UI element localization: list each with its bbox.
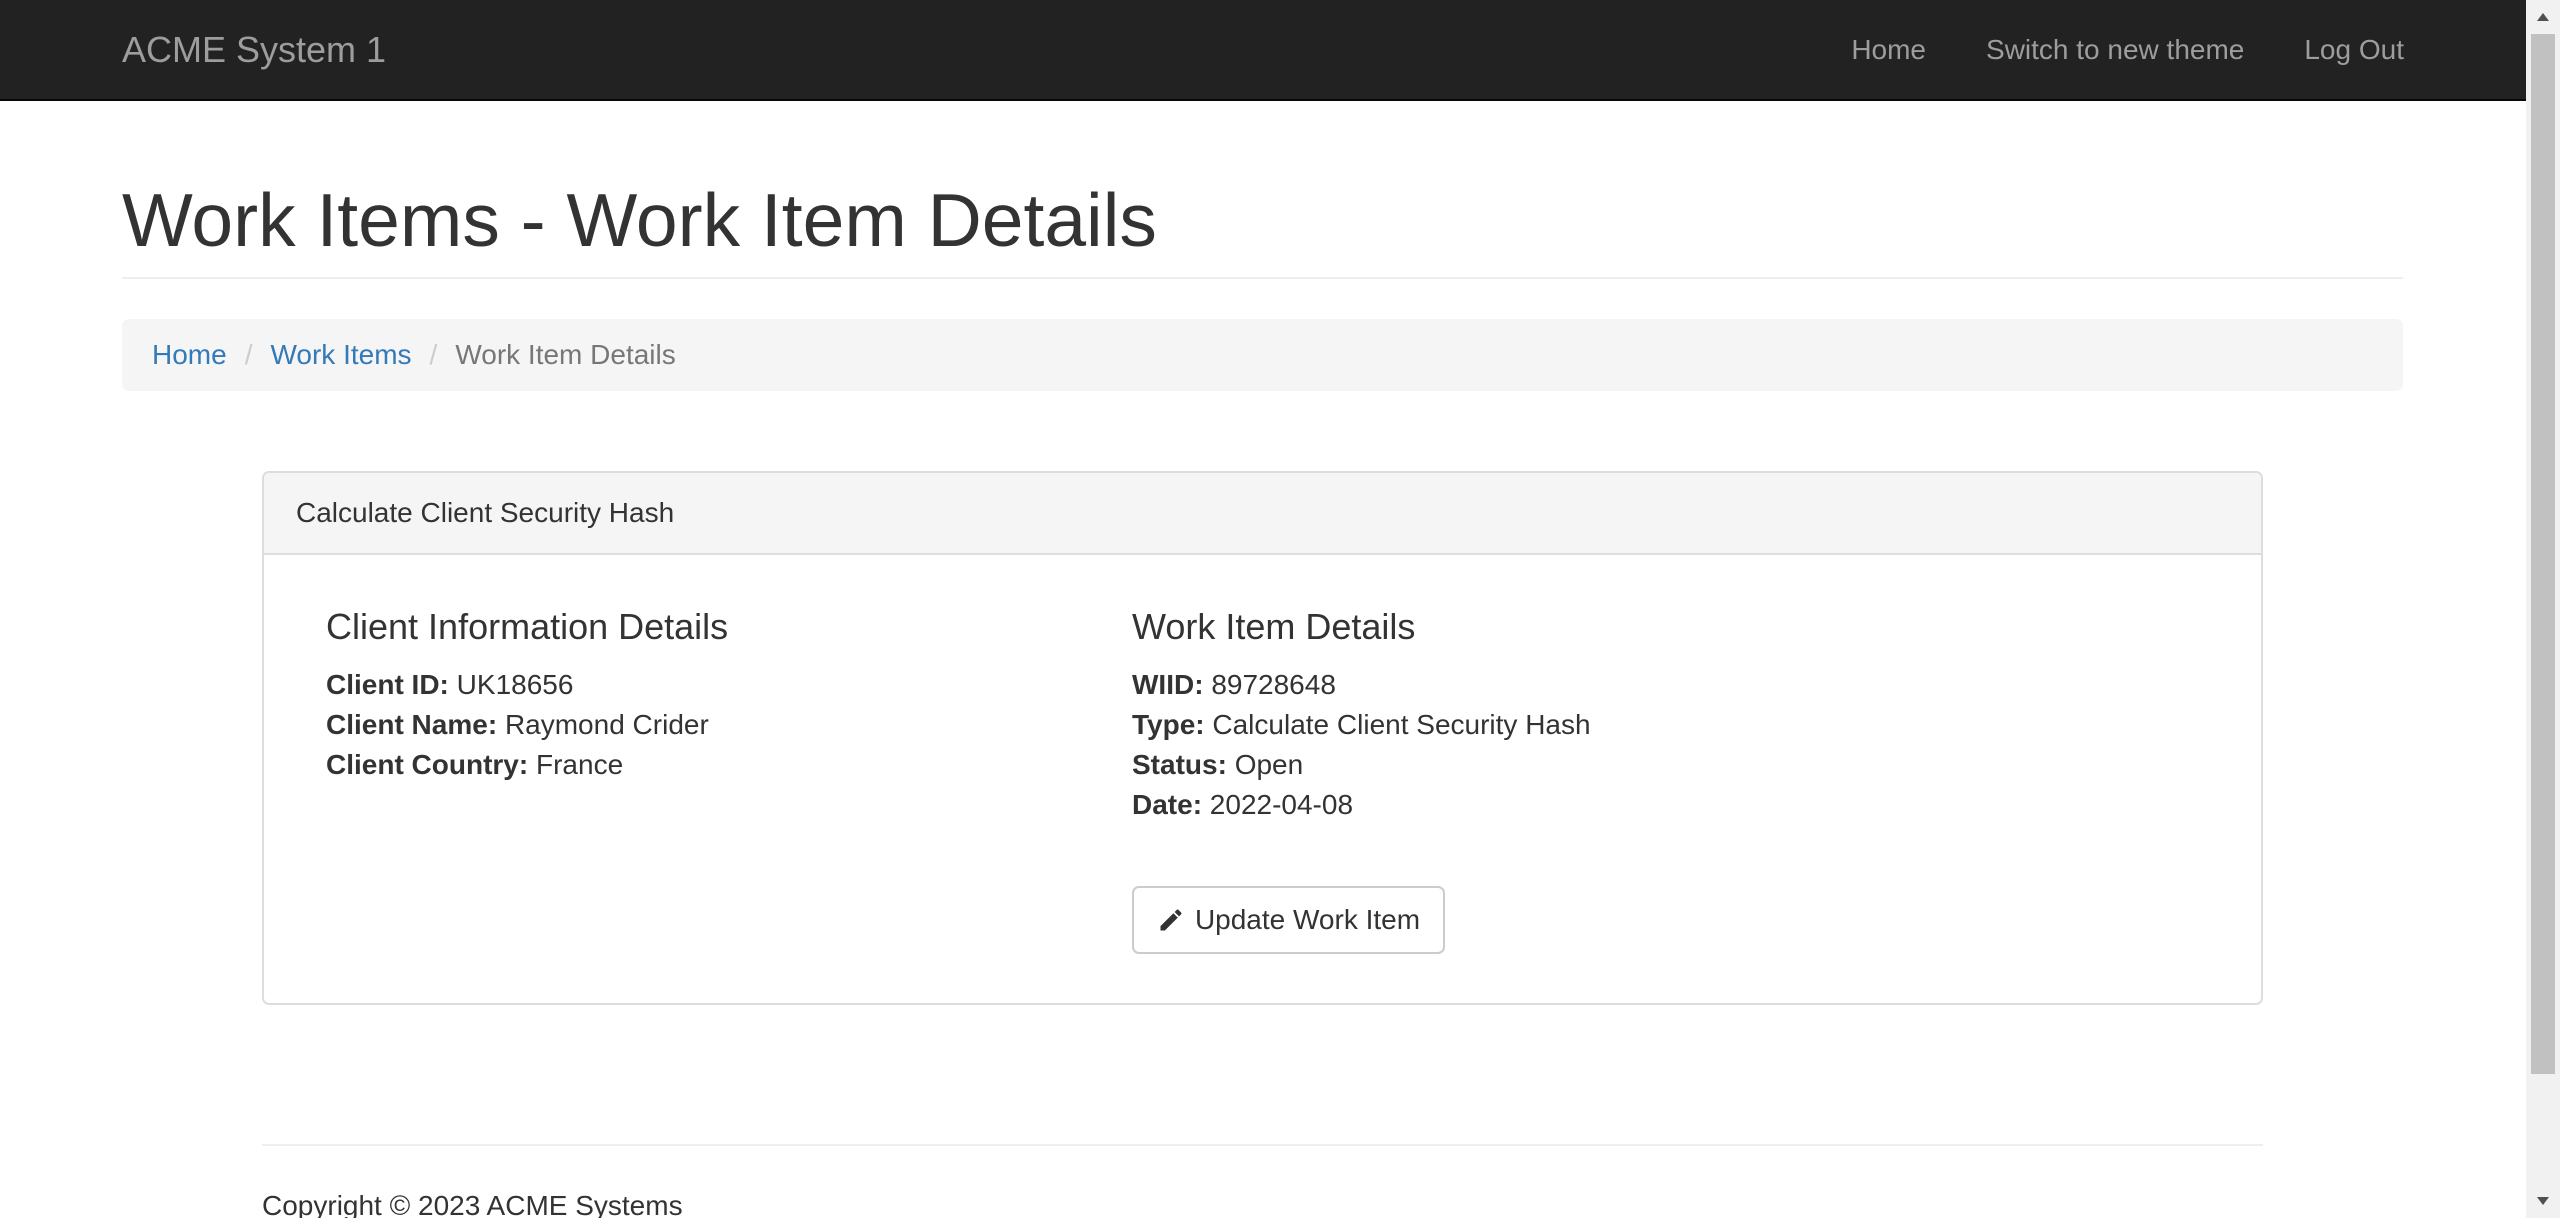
work-item-details-title: Work Item Details [1132, 606, 1416, 647]
update-work-item-button[interactable]: Update Work Item [1132, 886, 1445, 954]
nav-links: Home Switch to new theme Log Out [1851, 28, 2404, 72]
pencil-icon [1160, 909, 1182, 931]
breadcrumb: Home / Work Items / Work Item Details [122, 319, 2403, 391]
field-value: 2022-04-08 [1209, 789, 1354, 820]
client-id-field: Client ID: UK18656 [326, 665, 728, 705]
breadcrumb-separator: / [429, 339, 438, 370]
breadcrumb-separator: / [244, 339, 253, 370]
type-field: Type: Calculate Client Security Hash [1132, 705, 1591, 745]
client-country-field: Client Country: France [326, 745, 728, 785]
breadcrumb-work-items-link[interactable]: Work Items [270, 339, 411, 371]
brand-logo-link[interactable]: ACME System 1 [122, 28, 386, 72]
update-button-label: Update Work Item [1194, 904, 1421, 935]
field-label: Type: [1132, 709, 1205, 740]
field-value: Calculate Client Security Hash [1212, 709, 1591, 740]
top-navbar: ACME System 1 Home Switch to new theme L… [0, 0, 2526, 101]
field-value: 89728648 [1211, 669, 1336, 700]
field-value: France [536, 749, 624, 780]
work-item-panel: Calculate Client Security Hash Client In… [262, 471, 2263, 1005]
field-label: Client Name: [326, 709, 498, 740]
footer-divider [262, 1144, 2263, 1146]
panel-heading: Calculate Client Security Hash [264, 473, 2261, 555]
client-name-field: Client Name: Raymond Crider [326, 705, 728, 745]
field-label: Client ID: [326, 669, 449, 700]
field-label: Date: [1132, 789, 1203, 820]
nav-link-log-out[interactable]: Log Out [2304, 28, 2404, 72]
status-field: Status: Open [1132, 745, 1591, 785]
field-value: Open [1234, 749, 1304, 780]
scroll-down-arrow-icon[interactable] [2526, 1184, 2560, 1218]
page-viewport: ACME System 1 Home Switch to new theme L… [0, 0, 2526, 1218]
work-item-details-section: Work Item Details WIID: 89728648 Type: C… [1132, 603, 1591, 825]
field-label: WIID: [1132, 669, 1204, 700]
breadcrumb-current: Work Item Details [455, 339, 676, 370]
field-label: Status: [1132, 749, 1227, 780]
field-label: Client Country: [326, 749, 529, 780]
field-value: Raymond Crider [504, 709, 709, 740]
date-field: Date: 2022-04-08 [1132, 785, 1591, 825]
scrollbar-thumb[interactable] [2531, 34, 2555, 1074]
nav-link-switch-theme[interactable]: Switch to new theme [1986, 28, 2244, 72]
field-value: UK18656 [456, 669, 574, 700]
breadcrumb-home-link[interactable]: Home [152, 339, 227, 371]
vertical-scrollbar[interactable] [2526, 0, 2560, 1218]
nav-link-home[interactable]: Home [1851, 28, 1926, 72]
scroll-up-arrow-icon[interactable] [2526, 0, 2560, 34]
wiid-field: WIID: 89728648 [1132, 665, 1591, 705]
header-divider [122, 277, 2403, 279]
client-info-section: Client Information Details Client ID: UK… [326, 603, 728, 785]
client-info-title: Client Information Details [326, 606, 729, 647]
footer-copyright: Copyright © 2023 ACME Systems [262, 1190, 683, 1218]
page-title: Work Items - Work Item Details [122, 178, 1157, 262]
